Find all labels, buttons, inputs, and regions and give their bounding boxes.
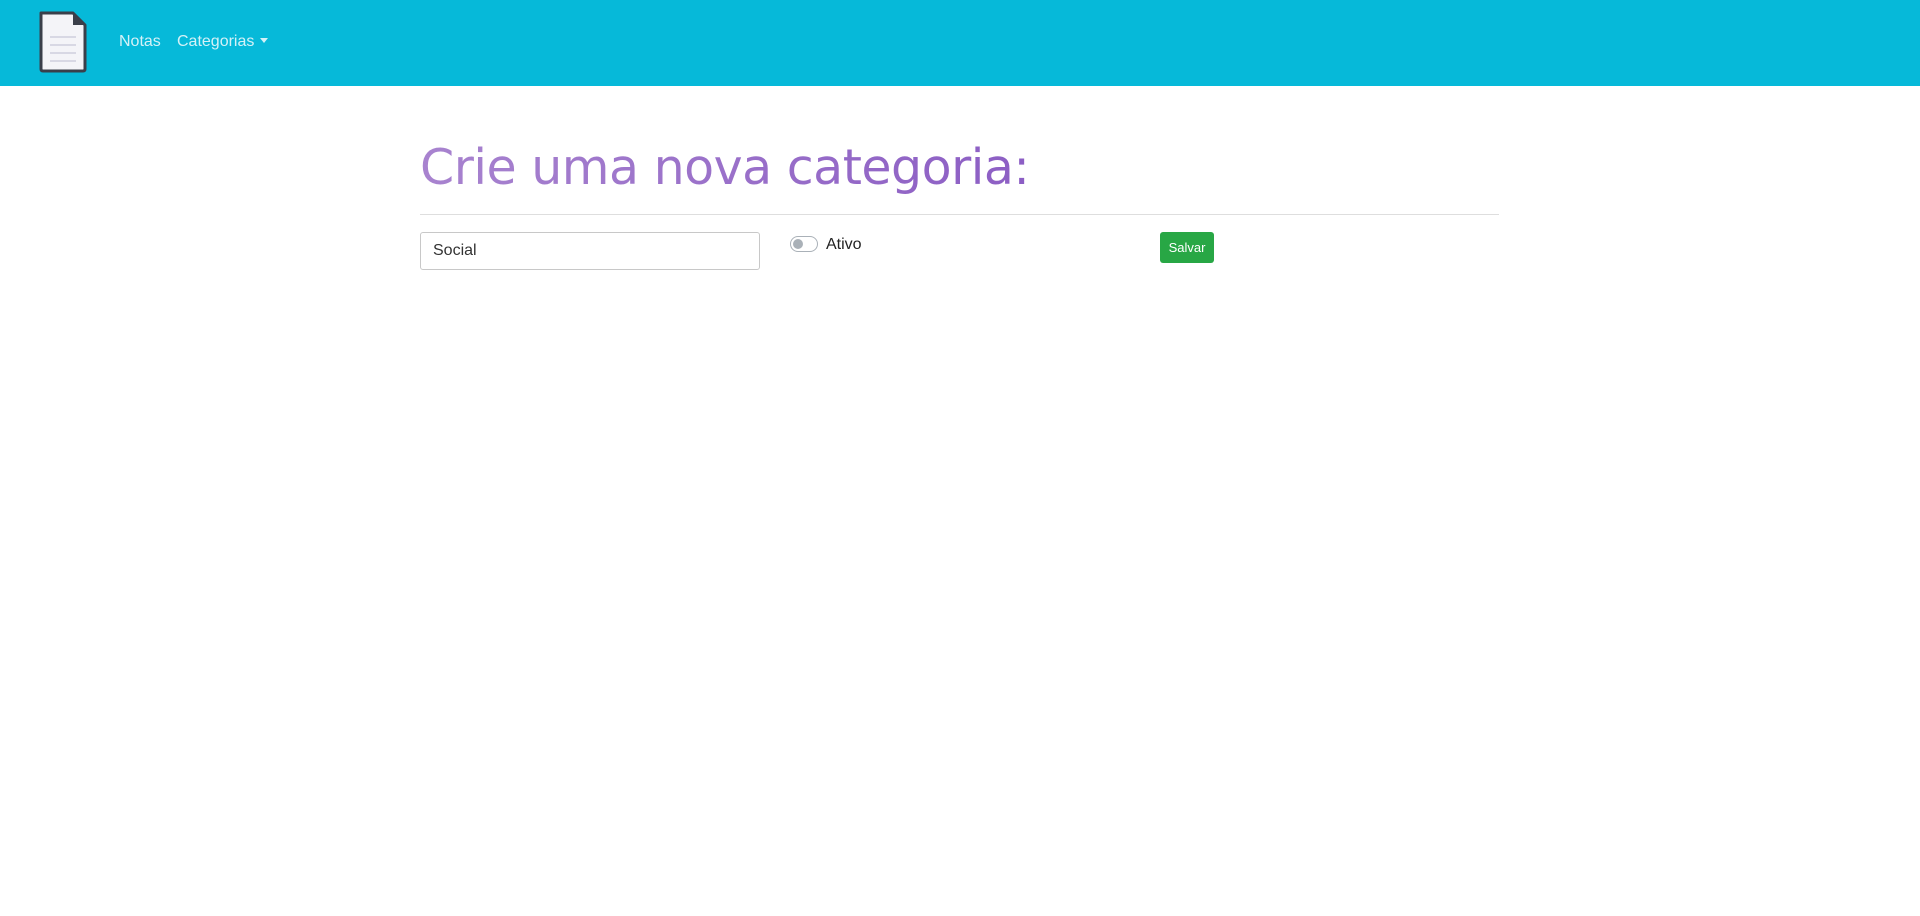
document-icon xyxy=(39,11,87,73)
active-toggle[interactable] xyxy=(790,236,818,252)
active-label: Ativo xyxy=(826,236,862,253)
divider xyxy=(420,214,1499,215)
page-title: Crie uma nova categoria: xyxy=(420,136,1030,200)
navbar: Notas Categorias xyxy=(0,0,1920,86)
nav-dropdown-categorias[interactable]: Categorias xyxy=(177,31,269,53)
toggle-knob xyxy=(793,239,803,249)
caret-down-icon xyxy=(260,38,269,43)
brand-logo[interactable] xyxy=(38,11,88,73)
save-button[interactable]: Salvar xyxy=(1160,232,1214,263)
category-name-input[interactable] xyxy=(420,232,760,270)
nav-link-notas-label: Notas xyxy=(119,33,161,50)
nav-link-notas[interactable]: Notas xyxy=(119,31,161,53)
nav-link-categorias-label: Categorias xyxy=(177,33,255,50)
